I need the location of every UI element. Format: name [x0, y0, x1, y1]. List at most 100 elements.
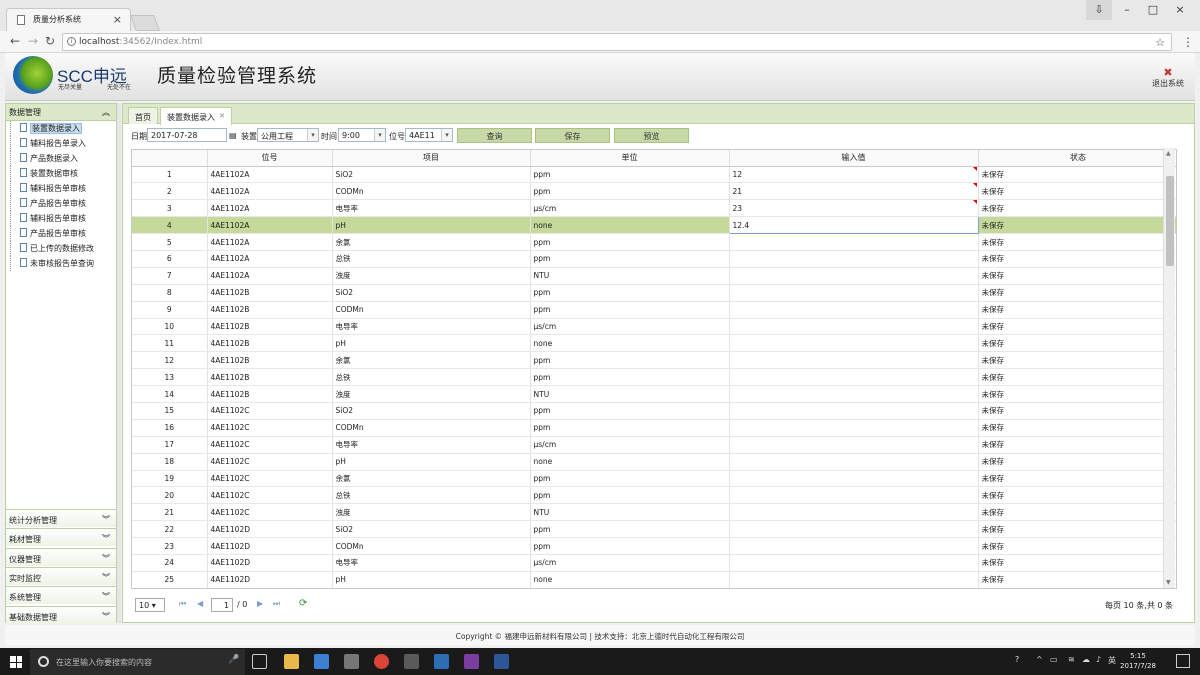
sidebar-group[interactable]: 统计分析管理 ︾	[6, 509, 116, 527]
input-value-cell[interactable]	[729, 453, 979, 471]
next-page-icon[interactable]: ▶	[257, 599, 263, 608]
sidebar-section-header[interactable]: 数据管理 ︽	[6, 104, 116, 121]
cloud-icon[interactable]: ☁	[1082, 655, 1090, 664]
scroll-up-icon[interactable]: ▲	[1166, 150, 1171, 157]
sidebar-item[interactable]: 辅料报告单录入	[6, 136, 116, 151]
sidebar-group[interactable]: 系统管理 ︾	[6, 586, 116, 605]
sidebar-item[interactable]: 辅料报告单审核	[6, 211, 116, 226]
collapse-up-icon[interactable]: ︽	[102, 107, 110, 118]
input-value-cell[interactable]	[729, 250, 979, 268]
table-row[interactable]: 16 4AE1102C CODMn ppm 未保存	[132, 419, 1176, 437]
word-icon[interactable]	[494, 654, 509, 669]
table-row[interactable]: 20 4AE1102C 总铁 ppm 未保存	[132, 486, 1176, 505]
close-tab-icon[interactable]: ✕	[219, 112, 225, 120]
input-value-cell[interactable]	[729, 318, 979, 336]
input-value-cell[interactable]	[729, 233, 979, 251]
close-window-button[interactable]: ×	[1167, 0, 1193, 20]
sidebar-splitter[interactable]	[117, 103, 121, 623]
profile-icon[interactable]: ⇩	[1086, 0, 1112, 20]
mail-icon[interactable]	[344, 654, 359, 669]
column-header[interactable]	[132, 150, 208, 167]
maximize-button[interactable]: □	[1140, 0, 1166, 20]
refresh-icon[interactable]: ⟳	[299, 598, 307, 609]
tools-icon[interactable]	[404, 654, 419, 669]
tab-home[interactable]: 首页	[128, 107, 158, 124]
first-page-icon[interactable]: ⏮	[179, 599, 186, 609]
table-row[interactable]: 10 4AE1102B 电导率 μs/cm 未保存	[132, 318, 1176, 336]
table-row[interactable]: 13 4AE1102B 总铁 ppm 未保存	[132, 368, 1176, 387]
input-value-cell[interactable]: 21	[729, 182, 979, 201]
input-value-cell[interactable]	[729, 419, 979, 437]
save-button[interactable]: 保存	[535, 128, 610, 143]
table-row[interactable]: 1 4AE1102A SiO2 ppm 12 未保存	[132, 166, 1176, 184]
input-value-cell[interactable]	[729, 503, 979, 522]
column-header[interactable]: 项目	[332, 150, 531, 167]
table-row[interactable]: 17 4AE1102C 电导率 μs/cm 未保存	[132, 436, 1176, 454]
visual-studio-icon[interactable]	[464, 654, 479, 669]
column-header[interactable]: 输入值	[729, 150, 979, 167]
table-row[interactable]: 15 4AE1102C SiO2 ppm 未保存	[132, 402, 1176, 420]
input-value-cell[interactable]	[729, 470, 979, 488]
page-size-select[interactable]: 10 ▾	[135, 598, 165, 612]
input-value-cell[interactable]	[729, 267, 979, 285]
input-value-cell[interactable]	[729, 436, 979, 454]
sidebar-item[interactable]: 产品报告单审核	[6, 226, 116, 241]
grid-scrollbar[interactable]: ▲ ▼	[1163, 148, 1175, 588]
scroll-down-icon[interactable]: ▼	[1166, 579, 1171, 586]
table-row[interactable]: 9 4AE1102B CODMn ppm 未保存	[132, 301, 1176, 319]
sidebar-item[interactable]: 装置数据录入	[6, 121, 116, 136]
notification-icon[interactable]	[1176, 654, 1190, 668]
sidebar-group[interactable]: 仪器管理 ︾	[6, 547, 116, 566]
input-value-cell[interactable]	[729, 385, 979, 403]
table-row[interactable]: 5 4AE1102A 余氯 ppm 未保存	[132, 233, 1176, 251]
sidebar-item[interactable]: 未审核报告单查询	[6, 256, 116, 271]
table-row[interactable]: 23 4AE1102D CODMn ppm 未保存	[132, 537, 1176, 555]
table-row[interactable]: 12 4AE1102B 余氯 ppm 未保存	[132, 351, 1176, 370]
tab-device-entry[interactable]: 装置数据录入 ✕	[160, 107, 232, 125]
wifi-icon[interactable]: ≋	[1068, 655, 1075, 664]
visual-studio-code-icon[interactable]	[314, 654, 329, 669]
sidebar-item[interactable]: 产品数据录入	[6, 151, 116, 166]
device-select[interactable]: 公用工程 ▾	[257, 128, 319, 142]
sidebar-group[interactable]: 基础数据管理 ︾	[6, 605, 116, 624]
input-value-cell[interactable]: 12	[729, 166, 979, 184]
column-header[interactable]: 状态	[978, 150, 1176, 167]
position-select[interactable]: 4AE11 ▾	[405, 128, 453, 142]
input-value-cell[interactable]: 12.4	[728, 216, 979, 235]
input-value-cell[interactable]	[729, 402, 979, 420]
prev-page-icon[interactable]: ◀	[197, 599, 203, 608]
preview-button[interactable]: 预览	[614, 128, 689, 143]
sidebar-item[interactable]: 装置数据审核	[6, 166, 116, 181]
network-icon[interactable]: ▭	[1050, 655, 1058, 664]
back-icon[interactable]: ←	[10, 34, 20, 48]
chrome-icon[interactable]	[374, 654, 389, 669]
address-input[interactable]: i localhost:34562/Index.html ☆	[62, 33, 1172, 51]
table-row[interactable]: 24 4AE1102D 电导率 μs/cm 未保存	[132, 554, 1176, 572]
time-select[interactable]: 9:00 ▾	[338, 128, 386, 142]
table-row[interactable]: 7 4AE1102A 浊度 NTU 未保存	[132, 267, 1176, 285]
close-tab-icon[interactable]: ×	[113, 13, 122, 26]
calendar-icon[interactable]: ▤	[229, 131, 237, 140]
forward-icon[interactable]: →	[28, 34, 38, 48]
browser-tab[interactable]: 质量分析系统 ×	[6, 8, 131, 31]
scroll-thumb[interactable]	[1166, 176, 1174, 266]
input-value-cell[interactable]	[729, 284, 979, 302]
table-row[interactable]: 2 4AE1102A CODMn ppm 21 未保存	[132, 182, 1176, 201]
table-row[interactable]: 14 4AE1102B 浊度 NTU 未保存	[132, 385, 1176, 403]
table-row[interactable]: 21 4AE1102C 浊度 NTU 未保存	[132, 503, 1176, 522]
query-button[interactable]: 查询	[457, 128, 532, 143]
input-value-cell[interactable]	[729, 368, 979, 387]
last-page-icon[interactable]: ⏭	[273, 599, 280, 609]
input-value-cell[interactable]	[729, 334, 979, 353]
table-row[interactable]: 6 4AE1102A 总铁 ppm 未保存	[132, 250, 1176, 268]
input-value-cell[interactable]	[729, 537, 979, 555]
tray-up-icon[interactable]: ^	[1036, 655, 1043, 664]
task-view-icon[interactable]	[252, 654, 267, 669]
sidebar-item[interactable]: 已上传的数据修改	[6, 241, 116, 256]
volume-icon[interactable]: ♪	[1096, 655, 1101, 664]
input-value-cell[interactable]	[729, 520, 979, 539]
info-icon[interactable]: i	[67, 37, 76, 46]
input-value-cell[interactable]	[729, 301, 979, 319]
table-row[interactable]: 19 4AE1102C 余氯 ppm 未保存	[132, 470, 1176, 488]
table-row[interactable]: 4 4AE1102A pH none 12.4 未保存	[132, 216, 1176, 235]
